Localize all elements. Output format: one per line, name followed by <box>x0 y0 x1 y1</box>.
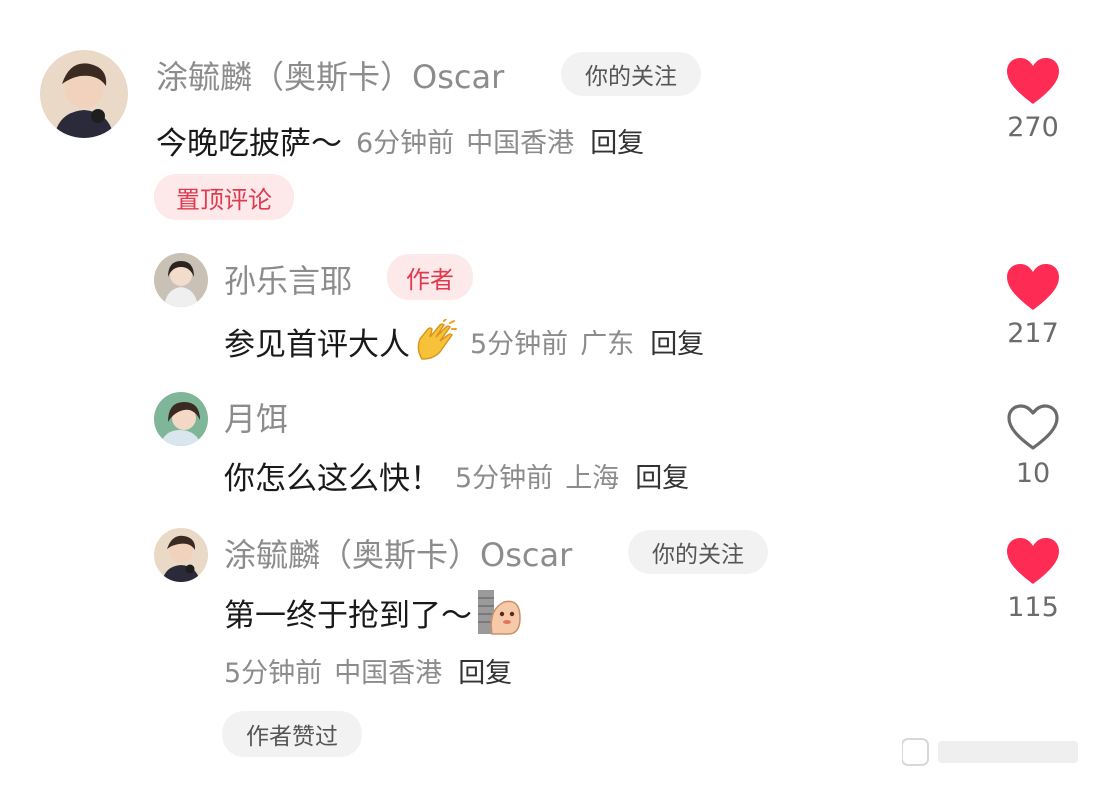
comment-location: 中国香港 <box>466 127 575 159</box>
watermark-logo <box>902 735 1082 769</box>
comment-time: 5分钟前 <box>455 462 554 494</box>
pinned-badge: 置顶评论 <box>154 174 294 220</box>
like-count: 217 <box>1007 318 1059 349</box>
comment-location: 广东 <box>580 328 635 360</box>
clapping-hands-emoji <box>414 318 460 363</box>
heart-outline-icon <box>1007 404 1059 450</box>
follow-badge: 你的关注 <box>628 530 768 574</box>
author-liked-badge: 作者赞过 <box>222 711 362 757</box>
heart-filled-icon <box>1007 538 1059 584</box>
comment-time: 6分钟前 <box>356 127 455 159</box>
avatar[interactable] <box>40 50 128 138</box>
username[interactable]: 涂毓麟（奥斯卡）Oscar <box>156 52 504 98</box>
heart-filled-icon <box>1007 58 1059 104</box>
comment-body: 参见首评大人 5分钟前 广东 回复 <box>224 318 704 364</box>
comment-body: 你怎么这么快！ 5分钟前 上海 回复 <box>224 452 689 498</box>
username[interactable]: 孙乐言耶 <box>224 256 352 302</box>
reply-button[interactable]: 回复 <box>458 651 512 690</box>
avatar[interactable] <box>154 392 208 446</box>
reply-button[interactable]: 回复 <box>635 456 689 495</box>
like-count: 115 <box>1007 592 1059 623</box>
comment-time: 5分钟前 <box>470 328 569 360</box>
comment-location: 上海 <box>565 462 620 494</box>
author-badge: 作者 <box>387 254 473 300</box>
follow-badge: 你的关注 <box>561 52 701 96</box>
comment-text: 你怎么这么快！ <box>224 460 441 497</box>
like-button[interactable]: 270 <box>1003 58 1063 143</box>
heart-filled-icon <box>1007 264 1059 310</box>
comment-time: 5分钟前 <box>224 657 323 689</box>
avatar[interactable] <box>154 253 208 307</box>
username[interactable]: 涂毓麟（奥斯卡）Oscar <box>224 530 572 576</box>
peeking-sticker-emoji <box>474 588 524 636</box>
reply-button[interactable]: 回复 <box>650 322 704 361</box>
comment-text: 今晚吃披萨～ <box>156 125 342 162</box>
username[interactable]: 月饵 <box>224 394 288 440</box>
comment-location: 中国香港 <box>334 657 443 689</box>
comment-body: 第一终于抢到了～ <box>224 588 524 636</box>
reply-button[interactable]: 回复 <box>590 121 644 160</box>
avatar[interactable] <box>154 528 208 582</box>
like-button[interactable]: 10 <box>1003 404 1063 489</box>
like-count: 10 <box>1015 458 1051 489</box>
comment-text: 第一终于抢到了～ <box>224 597 472 634</box>
comment-meta: 5分钟前 中国香港 回复 <box>224 650 512 690</box>
comment-text: 参见首评大人 <box>224 326 410 363</box>
like-button[interactable]: 217 <box>1003 264 1063 349</box>
like-count: 270 <box>1007 112 1059 143</box>
like-button[interactable]: 115 <box>1003 538 1063 623</box>
comment-body: 今晚吃披萨～ 6分钟前 中国香港 回复 <box>156 118 644 162</box>
